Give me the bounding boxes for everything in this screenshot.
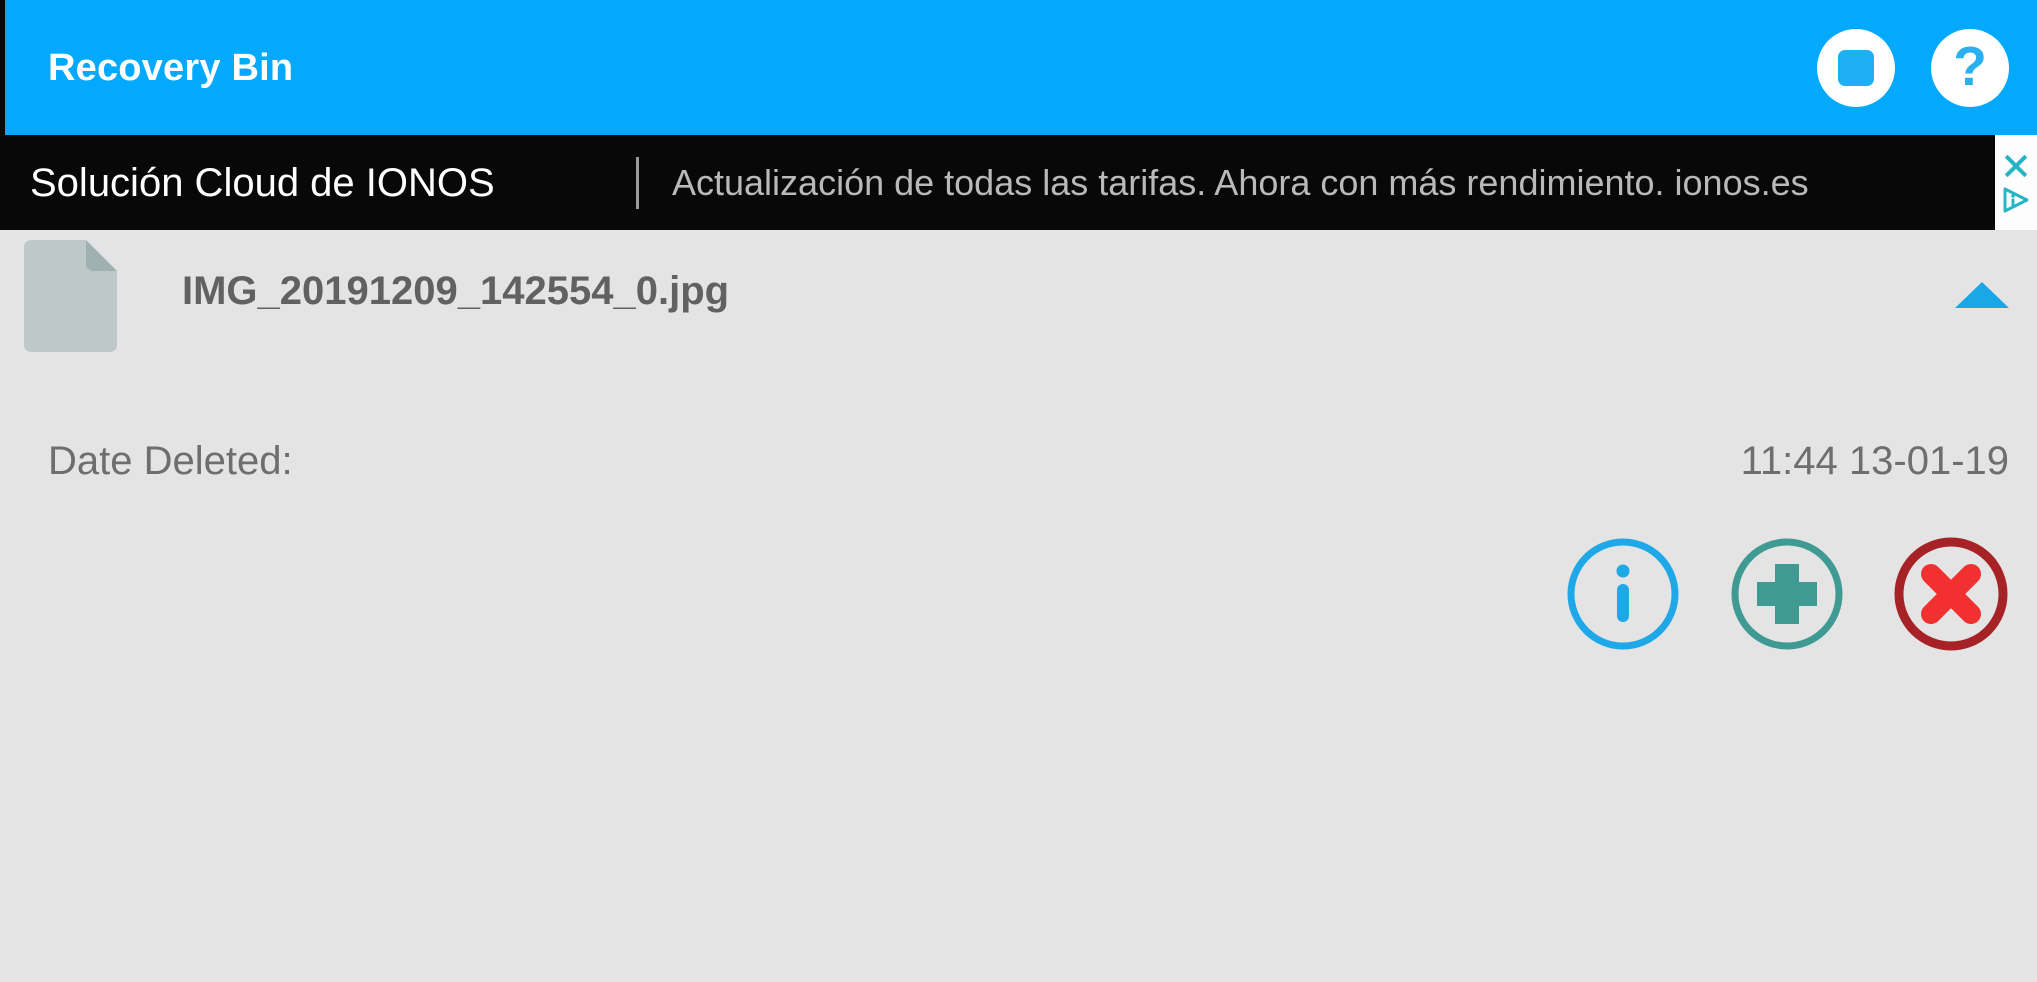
delete-x-circle-icon	[1894, 537, 2008, 651]
titlebar-actions: ?	[1817, 0, 2009, 135]
file-action-buttons	[1557, 528, 2017, 660]
file-list-item[interactable]: IMG_20191209_142554_0.jpg	[0, 230, 2037, 355]
date-deleted-value: 11:44 13-01-19	[1740, 439, 2009, 483]
titlebar-left-edge	[0, 0, 5, 135]
delete-button[interactable]	[1885, 528, 2017, 660]
date-deleted-label: Date Deleted:	[48, 439, 293, 483]
ad-divider	[636, 157, 639, 209]
stop-button[interactable]	[1817, 28, 1895, 107]
info-circle-icon	[1567, 538, 1679, 650]
recovery-bin-app: Recovery Bin ? Solución Cloud de IONOS A…	[0, 0, 2037, 982]
info-button[interactable]	[1557, 528, 1689, 660]
ad-headline: Solución Cloud de IONOS	[30, 160, 495, 205]
adchoices-icon[interactable]	[2001, 185, 2031, 215]
help-button[interactable]: ?	[1931, 28, 2009, 107]
restore-button[interactable]	[1721, 528, 1853, 660]
plus-circle-icon	[1731, 538, 1843, 650]
advertisement-banner[interactable]: Solución Cloud de IONOS Actualización de…	[0, 135, 2037, 230]
question-mark-icon: ?	[1953, 34, 1987, 97]
app-titlebar: Recovery Bin ?	[0, 0, 2037, 135]
page-title: Recovery Bin	[48, 47, 294, 89]
triangle-up-icon[interactable]	[1955, 282, 2009, 308]
date-deleted-row: Date Deleted: 11:44 13-01-19	[0, 435, 2037, 495]
stop-square-icon	[1838, 49, 1874, 86]
document-file-icon	[18, 236, 123, 356]
close-x-icon[interactable]	[2001, 151, 2031, 181]
ad-controls	[1995, 135, 2037, 230]
file-name-label: IMG_20191209_142554_0.jpg	[182, 269, 730, 313]
ad-body-text: Actualización de todas las tarifas. Ahor…	[672, 161, 1809, 203]
